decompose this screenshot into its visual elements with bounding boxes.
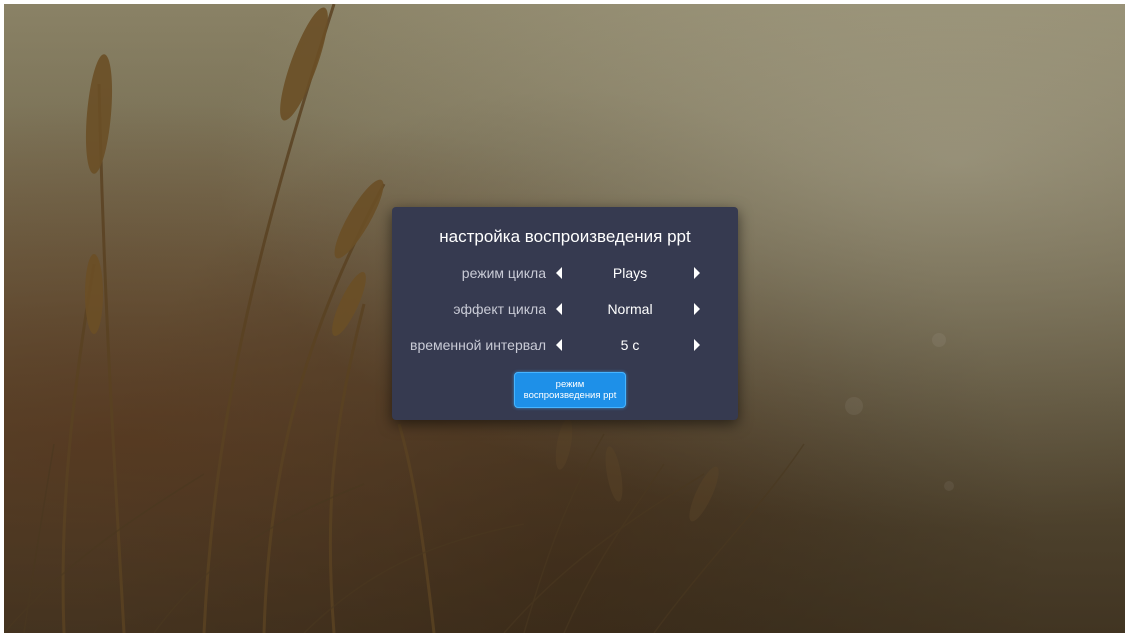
setting-value: Plays [612,265,648,281]
triangle-left-icon [556,339,562,351]
triangle-right-icon [694,267,700,279]
setting-row-loop-mode: режим цикла Plays [392,261,738,285]
loop-mode-next-button[interactable] [690,266,704,280]
wallpaper: настройка воспроизведения ppt режим цикл… [4,4,1125,633]
loop-effect-prev-button[interactable] [552,302,566,316]
triangle-right-icon [694,303,700,315]
dialog-title: настройка воспроизведения ppt [439,227,691,246]
time-interval-prev-button[interactable] [552,338,566,352]
setting-row-time-interval: временной интервал 5 с [392,333,738,357]
setting-label: временной интервал [410,337,546,353]
setting-value: 5 с [620,337,640,353]
triangle-left-icon [556,267,562,279]
setting-value: Normal [607,301,653,317]
loop-mode-prev-button[interactable] [552,266,566,280]
ppt-playback-mode-button[interactable]: режим воспроизведения ppt [514,372,626,408]
loop-effect-next-button[interactable] [690,302,704,316]
triangle-left-icon [556,303,562,315]
setting-row-loop-effect: эффект цикла Normal [392,297,738,321]
setting-label: эффект цикла [453,301,546,317]
time-interval-next-button[interactable] [690,338,704,352]
ppt-playback-settings-dialog: настройка воспроизведения ppt режим цикл… [392,207,738,420]
setting-label: режим цикла [461,265,546,281]
triangle-right-icon [694,339,700,351]
